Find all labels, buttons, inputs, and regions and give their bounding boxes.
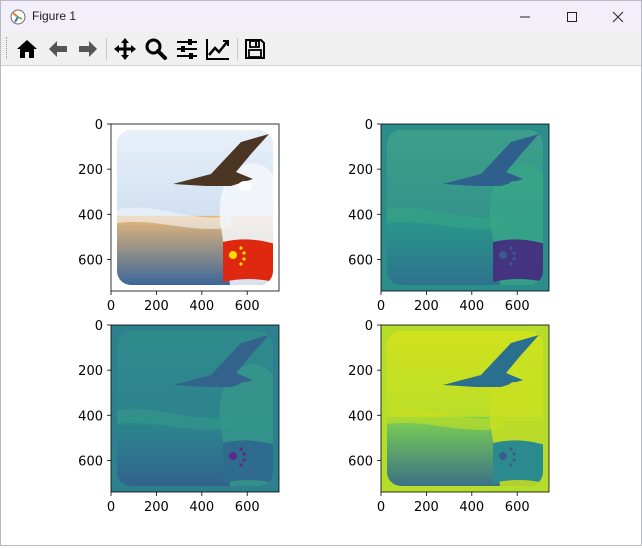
y-tick-label: 400 xyxy=(348,409,373,424)
y-tick-label: 400 xyxy=(78,409,103,424)
y-tick-label: 0 xyxy=(365,319,373,334)
figure-axes-svg: 0 200 400 600 0 200 400 600 0 200 400 600 0 200 400 600… xyxy=(78,118,550,515)
navigation-toolbar xyxy=(1,32,641,66)
x-tick-label: 0 xyxy=(107,299,115,314)
x-tick-label: 200 xyxy=(414,500,439,515)
y-tick-label: 600 xyxy=(348,454,373,469)
x-tick-label: 400 xyxy=(459,500,484,515)
pan-button[interactable] xyxy=(112,36,138,62)
home-icon xyxy=(17,40,37,58)
y-tick-label: 400 xyxy=(78,208,103,223)
sliders-icon xyxy=(177,39,197,59)
y-tick-label: 200 xyxy=(78,364,103,379)
y-tick-label: 0 xyxy=(95,319,103,334)
edit-axes-button[interactable] xyxy=(205,36,231,62)
back-button[interactable] xyxy=(45,36,71,62)
flag-shape xyxy=(223,239,273,282)
y-tick-label: 600 xyxy=(78,454,103,469)
y-tick-label: 600 xyxy=(78,253,103,268)
forward-button[interactable] xyxy=(75,36,101,62)
maximize-icon xyxy=(567,11,577,22)
save-button[interactable] xyxy=(242,36,268,62)
x-tick-label: 200 xyxy=(144,500,169,515)
figure-canvas[interactable]: 0 200 400 600 0 200 400 600 0 200 400 600 0 200 400 600… xyxy=(1,66,641,545)
x-tick-label: 600 xyxy=(505,299,530,314)
close-icon xyxy=(612,11,624,22)
toolbar-separator xyxy=(237,38,238,60)
x-tick-label: 200 xyxy=(144,299,169,314)
x-tick-label: 0 xyxy=(377,500,385,515)
x-tick-label: 600 xyxy=(235,299,260,314)
x-tick-label: 600 xyxy=(235,500,260,515)
home-button[interactable] xyxy=(14,36,40,62)
toolbar-grip[interactable] xyxy=(6,37,9,59)
x-tick-label: 600 xyxy=(505,500,530,515)
subplots-button[interactable] xyxy=(174,36,200,62)
minimize-icon xyxy=(520,16,530,17)
image-scene xyxy=(117,331,273,486)
title-bar[interactable]: Figure 1 xyxy=(1,1,641,32)
x-tick-label: 200 xyxy=(414,299,439,314)
move-arrows-icon xyxy=(114,38,136,60)
subplot-channel-2: 0 200 400 600 0 200 400 600 xyxy=(78,319,280,515)
arrow-right-icon xyxy=(79,41,97,57)
minimize-button[interactable] xyxy=(502,1,548,32)
y-tick-label: 400 xyxy=(348,208,373,223)
window-title: Figure 1 xyxy=(32,9,77,23)
x-tick-label: 400 xyxy=(459,299,484,314)
zoom-button[interactable] xyxy=(143,36,169,62)
maximize-button[interactable] xyxy=(549,1,595,32)
line-chart-icon xyxy=(206,39,229,60)
floppy-disk-icon xyxy=(245,39,265,59)
flag-shape xyxy=(493,440,543,483)
y-tick-label: 200 xyxy=(348,163,373,178)
close-button[interactable] xyxy=(595,1,641,32)
flag-shape xyxy=(223,440,273,483)
arrow-left-icon xyxy=(49,41,67,57)
matplotlib-logo-icon xyxy=(10,9,26,25)
y-tick-label: 200 xyxy=(348,364,373,379)
y-tick-label: 200 xyxy=(78,163,103,178)
x-tick-label: 0 xyxy=(107,500,115,515)
subplot-channel-3: 0 200 400 600 0 200 400 600 xyxy=(348,319,550,515)
x-tick-label: 400 xyxy=(189,500,214,515)
magnifier-icon xyxy=(145,38,167,60)
image-scene xyxy=(387,331,543,486)
toolbar-separator xyxy=(106,38,107,60)
subplot-channel-1: 0 200 400 600 0 200 400 600 xyxy=(348,118,550,314)
y-tick-label: 0 xyxy=(95,118,103,133)
y-tick-label: 600 xyxy=(348,253,373,268)
image-scene xyxy=(387,130,543,285)
x-tick-label: 0 xyxy=(377,299,385,314)
y-tick-label: 0 xyxy=(365,118,373,133)
matplotlib-window: Figure 1 0 200 400 600 0 200 400 600 0 2… xyxy=(0,0,642,546)
image-scene xyxy=(117,130,273,285)
flag-shape xyxy=(493,239,543,282)
subplot-original: 0 200 400 600 0 200 400 600 xyxy=(78,118,280,314)
x-tick-label: 400 xyxy=(189,299,214,314)
